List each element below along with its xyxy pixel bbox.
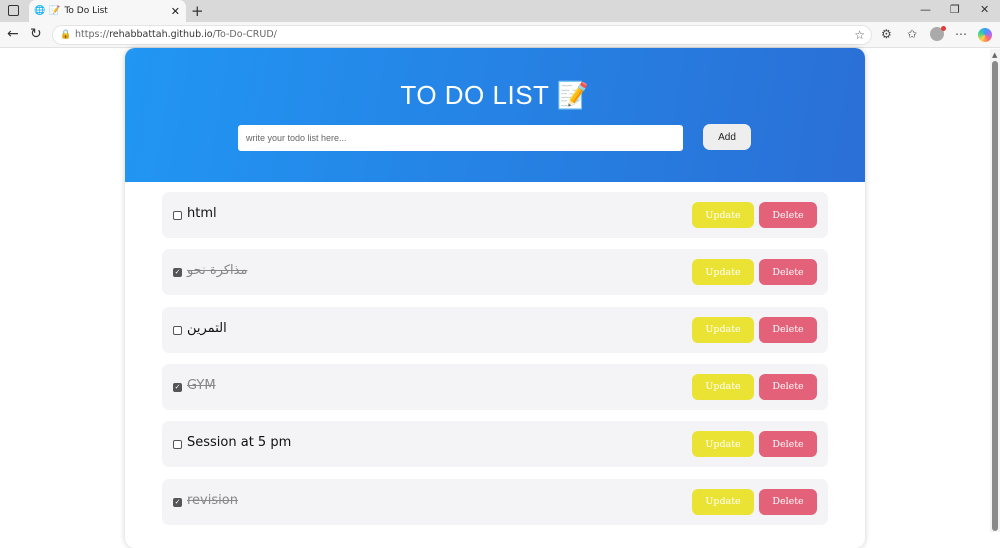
profile-avatar[interactable] [930,26,946,41]
close-tab-icon[interactable]: ✕ [171,5,180,18]
url-host: rehabbattah.github.io [109,29,213,40]
update-button[interactable]: Update [692,431,754,458]
todo-text: التمرين [187,320,227,336]
delete-button[interactable]: Delete [759,431,817,458]
memo-icon: 📝 [49,6,61,16]
todo-text: html [187,206,217,221]
new-tab-icon[interactable]: + [191,2,204,20]
app-header: TO DO LIST 📝 Add [125,48,865,182]
tab-todo-list[interactable]: 🌐 📝 To Do List ✕ [29,0,186,22]
address-bar-row: ← ↻ 🔒 https://rehabbattah.github.io/To-D… [0,22,1000,48]
update-button[interactable]: Update [692,202,754,228]
url-prefix: https:// [75,29,110,40]
delete-button[interactable]: Delete [759,316,817,343]
delete-button[interactable]: Delete [759,373,817,400]
delete-button[interactable]: Delete [759,259,817,286]
refresh-icon[interactable]: ↻ [30,26,42,42]
todo-checkbox[interactable] [173,440,182,450]
update-button[interactable]: Update [692,316,754,343]
todo-item: التمرين Update Delete [162,306,828,353]
todo-item: ✓ revision Update Delete [162,478,828,525]
todo-text: مذاكرة نحو [187,263,248,279]
todo-text: Session at 5 pm [187,435,292,451]
delete-button[interactable]: Delete [759,488,817,515]
copilot-icon[interactable] [978,28,992,42]
globe-icon: 🌐 [34,6,46,16]
todo-checkbox[interactable]: ✓ [173,268,182,278]
update-button[interactable]: Update [692,259,754,286]
todo-checkbox[interactable]: ✓ [173,497,182,507]
todo-item: ✓ مذاكرة نحو Update Delete [162,249,828,296]
sidebar-toggle-icon[interactable] [8,5,19,16]
favorite-star-icon[interactable]: ☆ [854,26,865,44]
back-icon[interactable]: ← [7,26,19,42]
todo-text: GYM [187,377,216,393]
favorites-icon[interactable]: ✩ [907,27,917,41]
url-field[interactable]: 🔒 https://rehabbattah.github.io/To-Do-CR… [52,25,872,45]
extensions-icon[interactable]: ⚙ [881,27,892,41]
scrollbar[interactable]: ▲ [990,49,1000,532]
update-button[interactable]: Update [692,488,754,515]
more-icon[interactable]: ⋯ [955,27,967,41]
todo-item: html Update Delete [162,192,828,238]
todo-checkbox[interactable] [173,325,182,335]
scroll-up-icon[interactable]: ▲ [992,51,997,59]
title-text: TO DO LIST [400,80,549,110]
minimize-icon[interactable]: — [920,3,931,16]
tab-bar: 🌐 📝 To Do List ✕ + — ❐ ✕ [0,0,1000,22]
tab-title: To Do List [64,6,108,16]
add-button[interactable]: Add [703,124,751,150]
todo-item: Session at 5 pm Update Delete [162,421,828,468]
delete-button[interactable]: Delete [759,202,817,228]
todo-checkbox[interactable]: ✓ [173,382,182,392]
todo-text: revision [187,492,238,508]
todo-input[interactable] [238,125,683,151]
lock-icon: 🔒 [60,30,72,40]
scrollbar-thumb[interactable] [992,61,998,531]
page-title: TO DO LIST 📝 [125,80,865,111]
url-path: /To-Do-CRUD/ [212,29,277,40]
restore-icon[interactable]: ❐ [950,3,960,16]
todo-app: TO DO LIST 📝 Add html Update Delete✓ مذا… [125,48,865,548]
todo-item: ✓ GYM Update Delete [162,363,828,410]
update-button[interactable]: Update [692,373,754,400]
memo-icon: 📝 [556,80,590,110]
close-window-icon[interactable]: ✕ [980,3,989,16]
todo-checkbox[interactable] [173,211,182,220]
